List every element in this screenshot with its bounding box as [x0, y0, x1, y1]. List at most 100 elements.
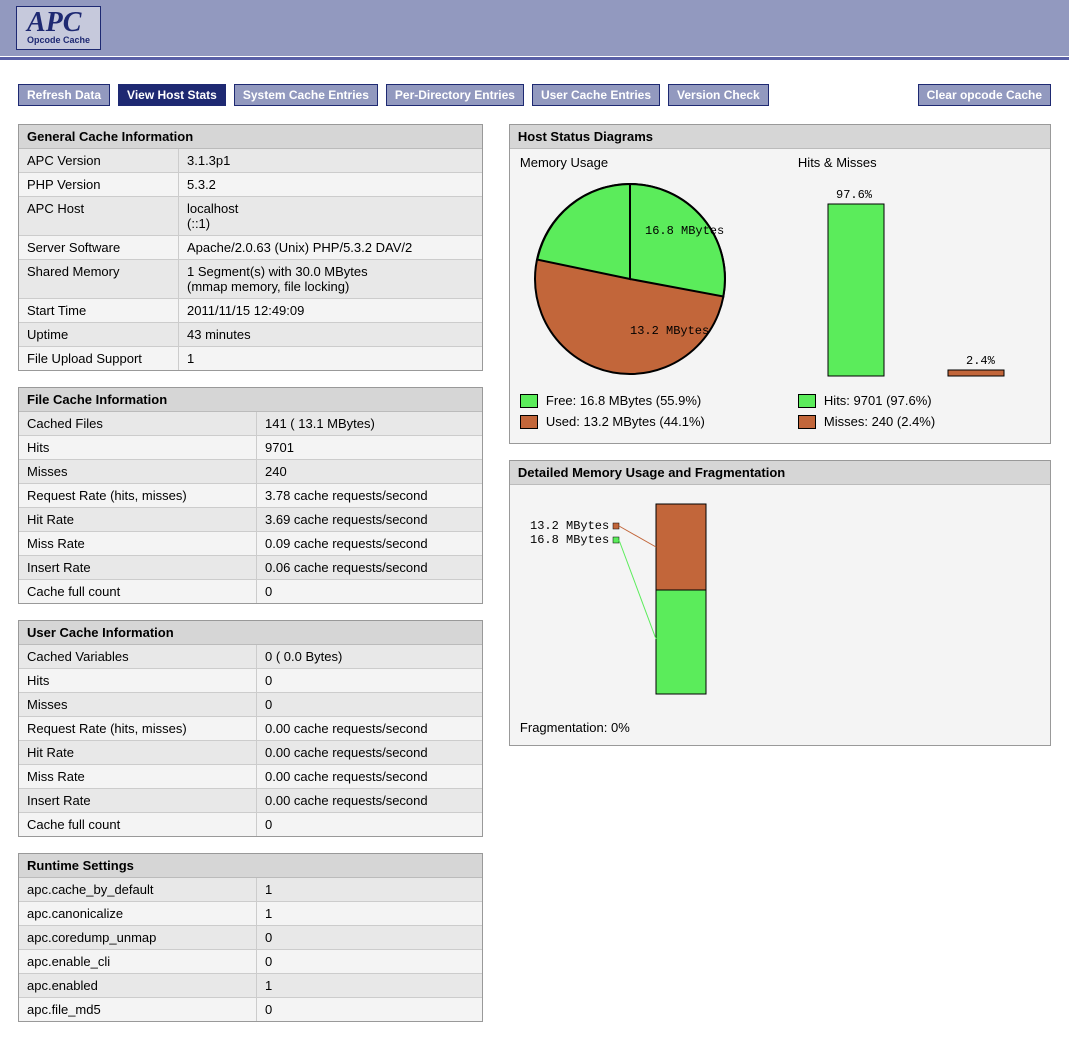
table-row: APC Version3.1.3p1	[19, 148, 482, 172]
row-key: Miss Rate	[19, 532, 257, 555]
refresh-data-button[interactable]: Refresh Data	[18, 84, 110, 106]
row-key: PHP Version	[19, 173, 179, 196]
table-row: Request Rate (hits, misses)0.00 cache re…	[19, 716, 482, 740]
row-key: Start Time	[19, 299, 179, 322]
view-host-stats-button[interactable]: View Host Stats	[118, 84, 226, 106]
row-key: Hits	[19, 669, 257, 692]
table-row: apc.enabled1	[19, 973, 482, 997]
table-row: APC Hostlocalhost(::1)	[19, 196, 482, 235]
table-row: Insert Rate0.00 cache requests/second	[19, 788, 482, 812]
row-value: 141 ( 13.1 MBytes)	[257, 412, 482, 435]
row-key: APC Version	[19, 149, 179, 172]
row-value: 0	[257, 813, 482, 836]
row-key: Insert Rate	[19, 556, 257, 579]
row-value: Apache/2.0.63 (Unix) PHP/5.3.2 DAV/2	[179, 236, 482, 259]
row-value: 5.3.2	[179, 173, 482, 196]
legend-hits: Hits: 9701 (97.6%)	[798, 393, 1040, 408]
table-row: PHP Version5.3.2	[19, 172, 482, 196]
memory-usage-pie-chart: 16.8 MBytes 13.2 MBytes	[520, 174, 770, 384]
row-value: 1	[179, 347, 482, 370]
pie-free-label: 16.8 MBytes	[645, 224, 724, 238]
row-value: 0	[257, 998, 482, 1021]
row-value: 0	[257, 926, 482, 949]
swatch-orange-icon	[520, 415, 538, 429]
row-key: Cache full count	[19, 580, 257, 603]
legend-used-text: Used: 13.2 MBytes (44.1%)	[546, 414, 705, 429]
row-key: File Upload Support	[19, 347, 179, 370]
row-value: 43 minutes	[179, 323, 482, 346]
header-bar: APC Opcode Cache	[0, 0, 1069, 56]
row-value: 3.78 cache requests/second	[257, 484, 482, 507]
row-value: 0.06 cache requests/second	[257, 556, 482, 579]
row-key: Cache full count	[19, 813, 257, 836]
table-row: Server SoftwareApache/2.0.63 (Unix) PHP/…	[19, 235, 482, 259]
panel-title: General Cache Information	[19, 125, 482, 148]
row-key: apc.file_md5	[19, 998, 257, 1021]
clear-opcode-cache-button[interactable]: Clear opcode Cache	[918, 84, 1051, 106]
panel-title: File Cache Information	[19, 388, 482, 411]
runtime-settings-panel: Runtime Settings apc.cache_by_default1ap…	[18, 853, 483, 1022]
table-row: Miss Rate0.00 cache requests/second	[19, 764, 482, 788]
logo-subtitle: Opcode Cache	[27, 35, 90, 45]
row-value: 0.00 cache requests/second	[257, 789, 482, 812]
row-key: apc.cache_by_default	[19, 878, 257, 901]
row-key: Cached Variables	[19, 645, 257, 668]
table-row: Hits0	[19, 668, 482, 692]
hits-misses-label: Hits & Misses	[798, 155, 1040, 170]
table-row: Hit Rate3.69 cache requests/second	[19, 507, 482, 531]
general-cache-information-panel: General Cache Information APC Version3.1…	[18, 124, 483, 371]
panel-title: Runtime Settings	[19, 854, 482, 877]
row-value: 1	[257, 878, 482, 901]
swatch-green-icon	[798, 394, 816, 408]
table-row: Shared Memory1 Segment(s) with 30.0 MByt…	[19, 259, 482, 298]
panel-title: User Cache Information	[19, 621, 482, 644]
panel-title: Detailed Memory Usage and Fragmentation	[510, 461, 1050, 484]
row-value: 1	[257, 974, 482, 997]
file-cache-information-panel: File Cache Information Cached Files141 (…	[18, 387, 483, 604]
swatch-orange-icon	[798, 415, 816, 429]
frag-used-label: 13.2 MBytes	[530, 519, 609, 533]
row-key: Uptime	[19, 323, 179, 346]
row-value: 0 ( 0.0 Bytes)	[257, 645, 482, 668]
table-row: Cache full count0	[19, 812, 482, 836]
legend-free: Free: 16.8 MBytes (55.9%)	[520, 393, 770, 408]
row-key: Misses	[19, 460, 257, 483]
row-value: localhost(::1)	[179, 197, 482, 235]
row-value: 2011/11/15 12:49:09	[179, 299, 482, 322]
row-key: APC Host	[19, 197, 179, 235]
table-row: apc.canonicalize1	[19, 901, 482, 925]
row-key: Shared Memory	[19, 260, 179, 298]
row-value: 3.1.3p1	[179, 149, 482, 172]
header-divider	[0, 56, 1069, 60]
row-key: apc.enabled	[19, 974, 257, 997]
system-cache-entries-button[interactable]: System Cache Entries	[234, 84, 378, 106]
table-row: Uptime43 minutes	[19, 322, 482, 346]
table-row: Cached Files141 ( 13.1 MBytes)	[19, 411, 482, 435]
row-value: 240	[257, 460, 482, 483]
table-row: File Upload Support1	[19, 346, 482, 370]
row-value: 1	[257, 902, 482, 925]
legend-misses: Misses: 240 (2.4%)	[798, 414, 1040, 429]
row-value: 0.00 cache requests/second	[257, 717, 482, 740]
table-row: Start Time2011/11/15 12:49:09	[19, 298, 482, 322]
memory-usage-label: Memory Usage	[520, 155, 770, 170]
detailed-memory-usage-panel: Detailed Memory Usage and Fragmentation …	[509, 460, 1051, 746]
version-check-button[interactable]: Version Check	[668, 84, 769, 106]
memory-usage-column: Memory Usage 16.8 MBytes 13.2 MBytes Fre…	[520, 155, 770, 429]
table-row: Misses0	[19, 692, 482, 716]
row-value: 9701	[257, 436, 482, 459]
host-status-diagrams-panel: Host Status Diagrams Memory Usage 16.8 M…	[509, 124, 1051, 444]
table-row: apc.enable_cli0	[19, 949, 482, 973]
row-key: Server Software	[19, 236, 179, 259]
hits-misses-column: Hits & Misses 97.6% 2.4% Hits: 9701 (97.…	[798, 155, 1040, 429]
row-value: 0.00 cache requests/second	[257, 741, 482, 764]
table-row: Miss Rate0.09 cache requests/second	[19, 531, 482, 555]
row-key: Cached Files	[19, 412, 257, 435]
row-value: 0	[257, 580, 482, 603]
row-value: 1 Segment(s) with 30.0 MBytes(mmap memor…	[179, 260, 482, 298]
user-cache-entries-button[interactable]: User Cache Entries	[532, 84, 660, 106]
row-value: 0	[257, 669, 482, 692]
per-directory-entries-button[interactable]: Per-Directory Entries	[386, 84, 524, 106]
panel-title: Host Status Diagrams	[510, 125, 1050, 148]
legend-hits-text: Hits: 9701 (97.6%)	[824, 393, 932, 408]
